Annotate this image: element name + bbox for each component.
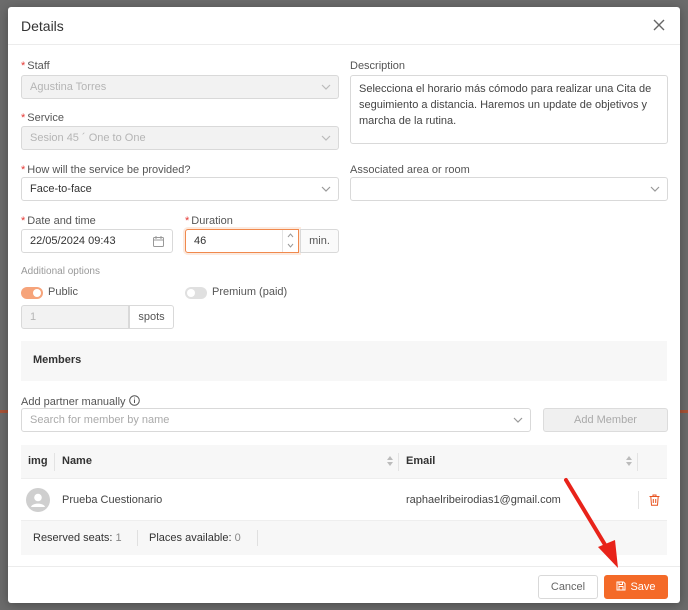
save-button[interactable]: Save (604, 575, 668, 599)
available-value: 0 (234, 532, 241, 544)
column-separator (637, 453, 638, 471)
additional-options-title: Additional options (21, 266, 100, 277)
spots-unit: spots (129, 305, 174, 329)
close-icon[interactable] (651, 17, 667, 33)
duration-value: 46 (194, 235, 207, 247)
area-label: Associated area or room (350, 164, 470, 176)
chevron-down-icon[interactable] (287, 243, 294, 248)
datetime-label: * Date and time (21, 215, 96, 227)
premium-toggle[interactable] (185, 287, 207, 299)
service-label: * Service (21, 112, 64, 124)
duration-input[interactable]: 46 (185, 229, 299, 253)
calendar-icon (153, 236, 164, 247)
modal-title: Details (21, 18, 64, 34)
area-select[interactable] (350, 177, 668, 201)
summary-separator (257, 530, 258, 546)
info-icon[interactable] (128, 395, 140, 406)
add-partner-label: Add partner manually (21, 394, 140, 408)
available-label: Places available: (149, 532, 232, 544)
trash-icon[interactable] (649, 494, 660, 506)
description-textarea[interactable]: Selecciona el horario más cómodo para re… (350, 75, 668, 144)
public-label: Public (48, 286, 78, 298)
chevron-down-icon (321, 84, 331, 90)
chevron-up-icon[interactable] (287, 233, 294, 238)
sort-icon[interactable] (625, 455, 633, 467)
duration-stepper[interactable] (282, 230, 298, 252)
column-separator (638, 491, 639, 509)
reserved-seats: Reserved seats: 1 (33, 532, 122, 544)
table-row: Prueba Cuestionario raphaelribeirodias1@… (21, 479, 667, 521)
service-select[interactable]: Sesion 45 ´ One to One (21, 126, 339, 150)
avatar-icon (26, 488, 50, 512)
chevron-down-icon (321, 135, 331, 141)
member-email: raphaelribeirodias1@gmail.com (406, 494, 561, 506)
members-table-header: img Name Email (21, 445, 667, 479)
public-toggle[interactable] (21, 287, 43, 299)
seats-summary: Reserved seats: 1 Places available: 0 (21, 521, 667, 555)
add-member-button[interactable]: Add Member (543, 408, 668, 432)
modal-footer: Cancel Save (8, 566, 680, 603)
duration-label: * Duration (185, 215, 233, 227)
provision-value: Face-to-face (30, 183, 92, 195)
member-name: Prueba Cuestionario (62, 494, 163, 506)
member-search-placeholder: Search for member by name (30, 414, 170, 426)
save-icon (616, 581, 626, 591)
details-modal: Details * Staff Agustina Torres * Service … (8, 7, 680, 603)
duration-unit: min. (300, 229, 339, 253)
chevron-down-icon (321, 186, 331, 192)
places-available: Places available: 0 (149, 532, 241, 544)
spots-input[interactable]: 1 (21, 305, 129, 329)
reserved-value: 1 (115, 532, 122, 544)
column-name[interactable]: Name (62, 455, 92, 467)
staff-select[interactable]: Agustina Torres (21, 75, 339, 99)
add-partner-label-text: Add partner manually (21, 396, 126, 408)
cancel-button[interactable]: Cancel (538, 575, 598, 599)
chevron-down-icon (513, 417, 523, 423)
service-value: Sesion 45 ´ One to One (30, 132, 146, 144)
column-separator (54, 453, 55, 471)
provision-select[interactable]: Face-to-face (21, 177, 339, 201)
premium-label: Premium (paid) (212, 286, 288, 298)
member-search-input[interactable]: Search for member by name (21, 408, 531, 432)
column-email[interactable]: Email (406, 455, 435, 467)
provision-label: * How will the service be provided? (21, 164, 191, 176)
save-button-label: Save (630, 581, 656, 593)
summary-separator (137, 530, 138, 546)
staff-value: Agustina Torres (30, 81, 107, 93)
reserved-label: Reserved seats: (33, 532, 113, 544)
chevron-down-icon (650, 186, 660, 192)
toggle-knob (33, 289, 41, 297)
spots-value: 1 (30, 311, 37, 323)
members-section-header: Members (21, 341, 667, 381)
description-label: Description (350, 60, 406, 72)
staff-label: * Staff (21, 60, 50, 72)
datetime-input[interactable]: 22/05/2024 09:43 (21, 229, 173, 253)
column-img: img (28, 455, 48, 467)
sort-icon[interactable] (386, 455, 394, 467)
toggle-knob (187, 289, 195, 297)
modal-header: Details (8, 7, 680, 45)
datetime-value: 22/05/2024 09:43 (30, 235, 116, 247)
members-title: Members (33, 354, 82, 366)
column-separator (398, 453, 399, 471)
